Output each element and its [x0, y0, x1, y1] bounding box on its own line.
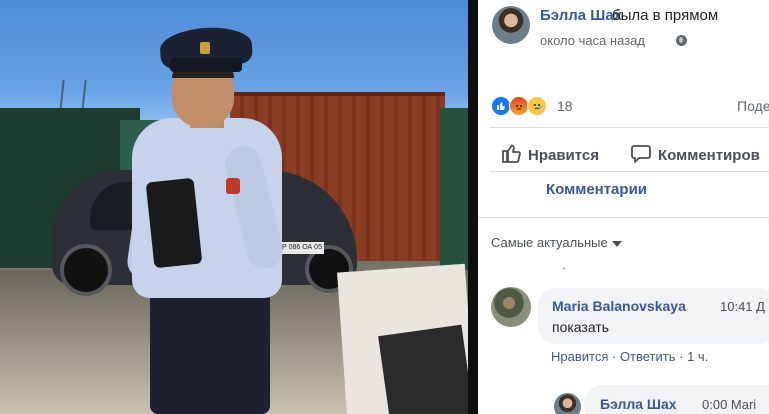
comment-button[interactable]: Комментиров [630, 140, 760, 170]
thumbs-up-icon [500, 142, 522, 169]
video-divider [468, 0, 478, 414]
comment-age[interactable]: 1 ч. [687, 349, 708, 364]
comment-author[interactable]: Maria Balanovskaya [552, 298, 686, 314]
like-button[interactable]: Нравится [500, 140, 599, 170]
divider [490, 127, 769, 128]
separator: · [675, 349, 688, 364]
author-avatar[interactable] [492, 6, 530, 44]
sort-label: Самые актуальные [491, 235, 608, 250]
sad-reaction-icon [527, 96, 547, 116]
stray-mark: . [562, 257, 566, 272]
black-folder [145, 177, 203, 269]
reply-time[interactable]: 0:00 Mari [702, 397, 756, 412]
author-name[interactable]: Бэлла Шах [540, 7, 622, 24]
globe-icon [676, 35, 687, 46]
divider [478, 217, 769, 218]
comment-actions: Нравится · Ответить · 1 ч. [551, 349, 708, 364]
comment-like-link[interactable]: Нравится [551, 349, 608, 364]
fence-right [440, 108, 468, 288]
cap-emblem [200, 42, 210, 54]
angry-reaction-icon [509, 96, 529, 116]
dark-board [378, 324, 468, 414]
reaction-count[interactable]: 18 [557, 98, 573, 114]
reply-author[interactable]: Бэлла Шах [600, 396, 677, 412]
uniform-badge [226, 178, 240, 194]
reactions-summary[interactable] [491, 96, 555, 116]
comment-bubble [538, 288, 769, 344]
comment-icon [630, 142, 652, 169]
separator: · [608, 349, 620, 364]
commenter-avatar[interactable] [491, 287, 531, 327]
comment-text: показать [552, 319, 610, 335]
license-plate: Р 086 ОА 05 [280, 242, 324, 254]
live-video-player[interactable]: Р 086 ОА 05 [0, 0, 468, 414]
tab-comments[interactable]: Комментарии [546, 181, 647, 198]
comment-time[interactable]: 10:41 Д [720, 299, 765, 314]
post-side-panel: Бэлла Шах была в прямом около часа назад… [478, 0, 769, 414]
post-action-text: была в прямом [612, 7, 719, 24]
like-button-label: Нравится [528, 146, 600, 164]
cap-band [170, 58, 242, 72]
officer-trousers [150, 280, 270, 414]
reply-author-avatar[interactable] [554, 393, 581, 414]
post-timestamp[interactable]: около часа назад [540, 33, 645, 48]
caret-down-icon [611, 240, 622, 247]
comment-button-label: Комментиров [658, 146, 760, 164]
divider [490, 171, 769, 172]
comment-sort-dropdown[interactable]: Самые актуальные [491, 235, 622, 250]
like-reaction-icon [491, 96, 511, 116]
comment-reply-link[interactable]: Ответить [620, 349, 676, 364]
car-wheel-front [60, 244, 112, 296]
shares-count[interactable]: Поде [737, 98, 769, 114]
